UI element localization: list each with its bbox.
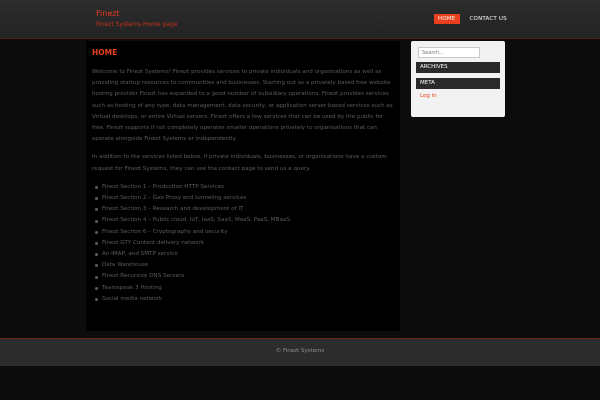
bullet-icon xyxy=(95,185,98,189)
bullet-icon xyxy=(95,297,98,301)
search-input[interactable] xyxy=(418,47,480,58)
services-list: Finezt Section 1 – Production HTTP Servi… xyxy=(92,182,394,305)
list-item: Finezt Section 3 – Research and developm… xyxy=(92,204,394,215)
page-body: HOME Welcome to Finezt Systems! Finezt p… xyxy=(0,39,600,338)
bullet-icon xyxy=(95,253,98,257)
site-description: Finezt Systems Home page xyxy=(96,21,178,28)
nav-item-contact-us[interactable]: CONTACT US xyxy=(466,14,511,24)
site-header: Finezt Finezt Systems Home page HOME CON… xyxy=(0,0,600,39)
service-label: Social media network xyxy=(102,295,163,302)
intro-paragraph: Welcome to Finezt Systems! Finezt provid… xyxy=(92,69,393,143)
service-label: Finezt Section 3 – Research and developm… xyxy=(102,206,244,213)
list-item: Teamspeak 3 Hosting xyxy=(92,283,394,294)
service-label: Finezt Section 4 – Public cloud, IoT, Ia… xyxy=(102,217,290,224)
nav-item-home[interactable]: HOME xyxy=(434,14,460,24)
bullet-icon xyxy=(95,230,98,234)
main-nav: HOME CONTACT US xyxy=(434,14,511,24)
bullet-icon xyxy=(95,219,98,223)
service-label: Finezt Section 1 – Production HTTP Servi… xyxy=(102,183,224,190)
bullet-icon xyxy=(95,241,98,245)
main-content: HOME Welcome to Finezt Systems! Finezt p… xyxy=(86,41,400,331)
list-item: Finezt Section 4 – Public cloud, IoT, Ia… xyxy=(92,215,394,226)
sidebar: ARCHIVES META Log in xyxy=(411,41,505,117)
list-item: Finezt Section 1 – Production HTTP Servi… xyxy=(92,182,394,193)
list-item: Data Warehouse xyxy=(92,260,394,271)
page-bottom xyxy=(0,366,600,400)
bullet-icon xyxy=(95,275,98,279)
archives-widget-title: ARCHIVES xyxy=(416,62,500,73)
list-item: Social media network xyxy=(92,294,394,305)
service-label: Data Warehouse xyxy=(102,262,149,269)
service-label: Finezt GTY Content delivery network xyxy=(102,239,204,246)
meta-widget-title: META xyxy=(416,78,500,89)
site-footer: © Finezt Systems xyxy=(0,338,600,366)
service-label: An IMAP, and SMTP service xyxy=(102,251,178,258)
list-item: Finezt GTY Content delivery network xyxy=(92,238,394,249)
site-title-link[interactable]: Finezt xyxy=(96,9,120,18)
list-item: Finezt Section 6 – Cryptography and secu… xyxy=(92,227,394,238)
list-item: An IMAP, and SMTP service xyxy=(92,249,394,260)
service-label: Teamspeak 3 Hosting xyxy=(102,284,162,291)
bullet-icon xyxy=(95,264,98,268)
custom-request-paragraph: In addition to the services listed below… xyxy=(92,154,387,172)
service-label: Finezt Section 6 – Cryptography and secu… xyxy=(102,228,228,235)
bullet-icon xyxy=(95,197,98,201)
list-item: Finezt Recursive DNS Servers xyxy=(92,271,394,282)
footer-copyright: © Finezt Systems xyxy=(275,348,325,354)
login-link[interactable]: Log in xyxy=(416,93,500,99)
bullet-icon xyxy=(95,208,98,212)
bullet-icon xyxy=(95,286,98,290)
page-title: HOME xyxy=(92,48,118,57)
list-item: Finezt Section 2 – Geo Proxy and tunneli… xyxy=(92,193,394,204)
service-label: Finezt Recursive DNS Servers xyxy=(102,273,185,280)
service-label: Finezt Section 2 – Geo Proxy and tunneli… xyxy=(102,195,247,202)
